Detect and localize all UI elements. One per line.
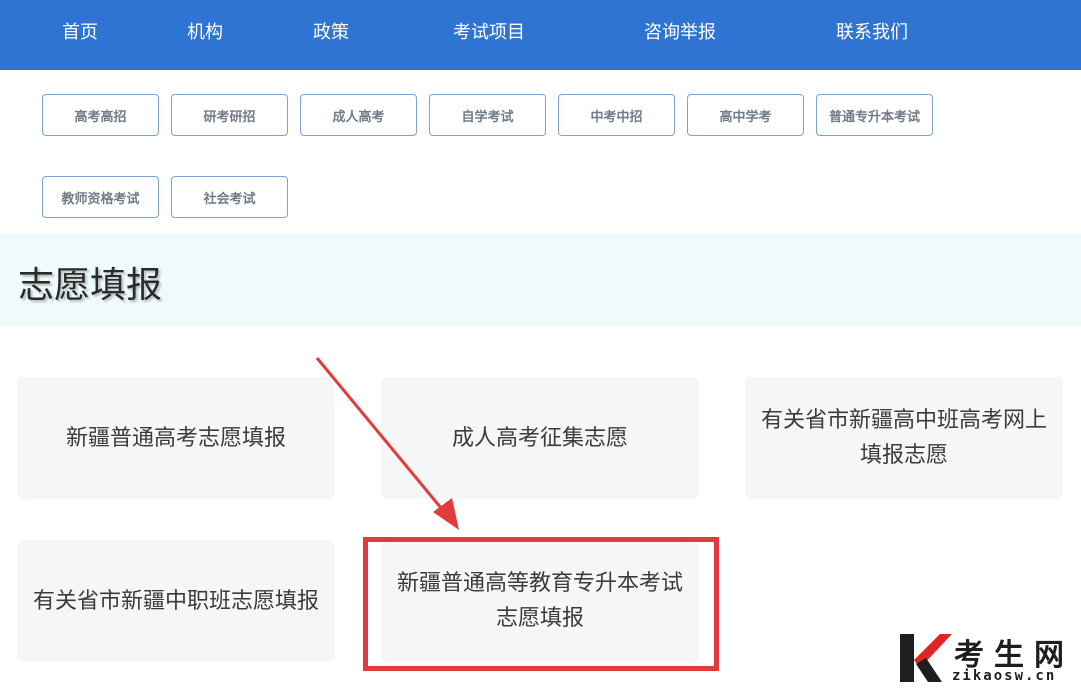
watermark-en: zikaosw.cn	[952, 668, 1057, 684]
nav-item-institutions[interactable]: 机构	[181, 0, 229, 66]
page: 首页 机构 政策 考试项目 咨询举报 联系我们 高考高招 研考研招 成人高考 自…	[0, 0, 1081, 692]
nav-item-policy[interactable]: 政策	[307, 0, 355, 66]
watermark-logo: 考生网 zikaosw.cn	[896, 628, 1076, 688]
category-button-gaokao[interactable]: 高考高招	[42, 94, 159, 136]
section-header: 志愿填报	[0, 234, 1081, 327]
category-button-zhuanshengben[interactable]: 普通专升本考试	[816, 94, 933, 136]
category-button-teacher[interactable]: 教师资格考试	[42, 176, 159, 218]
category-button-zhongkao[interactable]: 中考中招	[558, 94, 675, 136]
card-zhuanshengben-application[interactable]: 新疆普通高等教育专升本考试志愿填报	[381, 540, 699, 662]
category-button-xuekao[interactable]: 高中学考	[687, 94, 804, 136]
category-button-social[interactable]: 社会考试	[171, 176, 288, 218]
nav-item-home[interactable]: 首页	[56, 0, 104, 66]
category-button-adult[interactable]: 成人高考	[300, 94, 417, 136]
section-title: 志愿填报	[18, 265, 163, 306]
nav-item-contact[interactable]: 联系我们	[828, 0, 916, 66]
k-logo-icon	[900, 634, 952, 682]
category-button-selfstudy[interactable]: 自学考试	[429, 94, 546, 136]
nav-item-exam-projects[interactable]: 考试项目	[445, 0, 533, 66]
nav-item-consult-report[interactable]: 咨询举报	[636, 0, 724, 66]
card-adult-exam-solicit[interactable]: 成人高考征集志愿	[381, 377, 699, 499]
card-xinjiang-vocational-class[interactable]: 有关省市新疆中职班志愿填报	[17, 540, 335, 662]
category-button-postgrad[interactable]: 研考研招	[171, 94, 288, 136]
top-nav: 首页 机构 政策 考试项目 咨询举报 联系我们	[0, 0, 1081, 70]
card-xinjiang-highschool-class[interactable]: 有关省市新疆高中班高考网上填报志愿	[745, 377, 1063, 499]
card-xinjiang-gaokao-application[interactable]: 新疆普通高考志愿填报	[17, 377, 335, 499]
